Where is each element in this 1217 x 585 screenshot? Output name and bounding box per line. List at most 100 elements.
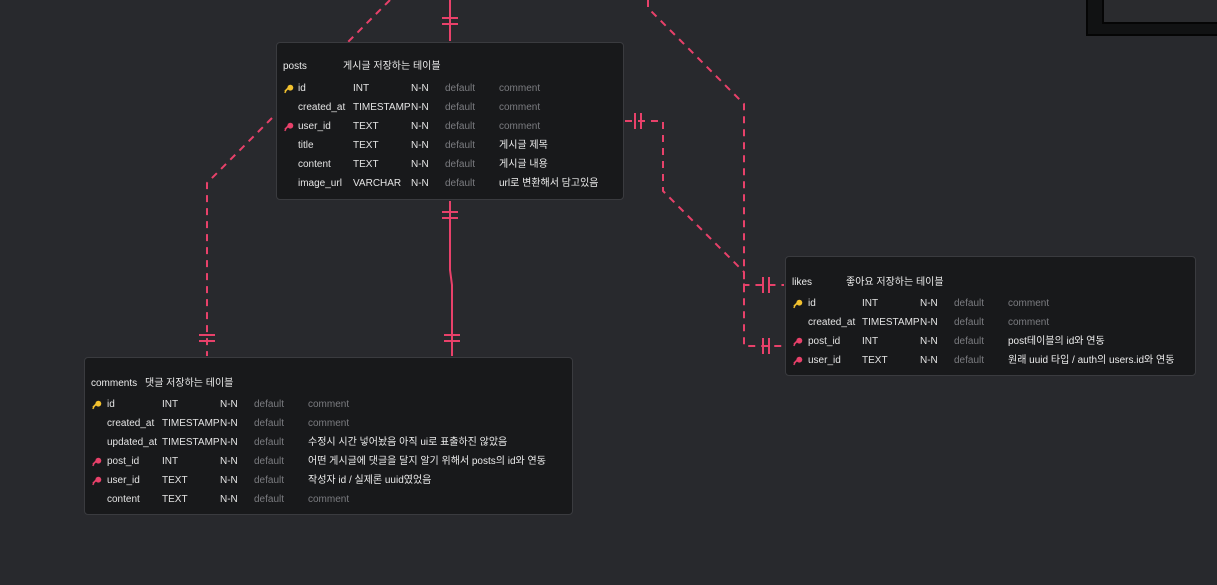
column-row-user_id[interactable]: user_id TEXT N-N default 작성자 id / 실제론 uuid였었…	[91, 471, 566, 490]
column-name: updated_at	[107, 437, 158, 448]
foreign-key-icon	[91, 456, 102, 467]
column-default: default	[445, 178, 476, 189]
table-comment: 댓글 저장하는 테이블	[145, 378, 234, 389]
column-default: default	[254, 418, 285, 429]
column-name: post_id	[808, 336, 841, 347]
column-row-id[interactable]: id INT N-N default comment	[792, 294, 1189, 313]
column-comment: comment	[308, 494, 350, 505]
relation-posts-likes[interactable]	[625, 120, 784, 286]
column-comment: 어떤 게시글에 댓글을 달지 알기 위해서 posts의 id와 연동	[308, 456, 546, 467]
column-default: default	[445, 121, 476, 132]
column-row-user_id[interactable]: user_id TEXT N-N default 원래 uuid 타입 / auth의 …	[792, 351, 1189, 370]
column-nullability: N-N	[220, 399, 238, 410]
column-row-updated_at[interactable]: updated_at TIMESTAMP N-N default 수정시 시간 넣어놨음…	[91, 433, 566, 452]
column-type: INT	[862, 336, 879, 347]
primary-key-icon	[792, 298, 803, 309]
column-type: TEXT	[353, 140, 379, 151]
erd-canvas[interactable]: posts 게시글 저장하는 테이블 id INT N-N default comment c…	[0, 0, 1217, 585]
column-comment: 원래 uuid 타입 / auth의 users.id와 연동	[1008, 355, 1175, 366]
column-row-post_id[interactable]: post_id INT N-N default 어떤 게시글에 댓글을 달지 알기 위해…	[91, 452, 566, 471]
column-row-image_url[interactable]: image_url VARCHAR N-N default url로 변환해서 담고있음	[283, 174, 617, 193]
column-default: default	[954, 298, 985, 309]
column-nullability: N-N	[220, 418, 238, 429]
table-header[interactable]: comments 댓글 저장하는 테이블	[91, 376, 233, 392]
primary-key-icon	[283, 83, 294, 94]
column-type: INT	[862, 298, 879, 309]
column-comment: comment	[1008, 317, 1050, 328]
column-name: id	[107, 399, 115, 410]
column-type: TIMESTAMP	[162, 418, 220, 429]
column-row-content[interactable]: content TEXT N-N default comment	[91, 490, 566, 509]
column-nullability: N-N	[220, 437, 238, 448]
column-name: post_id	[107, 456, 140, 467]
column-comment: comment	[1008, 298, 1050, 309]
table-header[interactable]: likes 좋아요 저장하는 테이블	[792, 275, 944, 291]
column-comment: comment	[308, 418, 350, 429]
column-default: default	[254, 399, 285, 410]
column-type: TEXT	[862, 355, 888, 366]
table-likes[interactable]: likes 좋아요 저장하는 테이블 id INT N-N default comment c…	[785, 256, 1196, 376]
foreign-key-icon	[91, 475, 102, 486]
column-type: TEXT	[353, 159, 379, 170]
minimap[interactable]	[1086, 0, 1217, 36]
column-row-title[interactable]: title TEXT N-N default 게시글 제목	[283, 136, 617, 155]
column-nullability: N-N	[920, 355, 938, 366]
column-row-created_at[interactable]: created_at TIMESTAMP N-N default comment	[91, 414, 566, 433]
column-name: user_id	[107, 475, 140, 486]
relation-users-comments[interactable]	[206, 117, 273, 356]
column-comment: 게시글 제목	[499, 140, 548, 151]
relation-users-comments-top[interactable]	[347, 0, 391, 43]
column-type: TEXT	[162, 494, 188, 505]
column-name: created_at	[298, 102, 346, 113]
primary-key-icon	[91, 399, 102, 410]
column-row-post_id[interactable]: post_id INT N-N default post테이블의 id와 연동	[792, 332, 1189, 351]
relation-users-likes[interactable]	[647, 0, 784, 347]
column-default: default	[954, 355, 985, 366]
column-nullability: N-N	[920, 298, 938, 309]
column-row-created_at[interactable]: created_at TIMESTAMP N-N default comment	[283, 98, 617, 117]
column-nullability: N-N	[220, 475, 238, 486]
column-name: image_url	[298, 178, 342, 189]
column-nullability: N-N	[220, 494, 238, 505]
column-default: default	[954, 336, 985, 347]
table-comment: 게시글 저장하는 테이블	[343, 61, 441, 72]
table-name: likes	[792, 277, 813, 288]
column-type: TIMESTAMP	[862, 317, 920, 328]
column-default: default	[954, 317, 985, 328]
table-comments[interactable]: comments 댓글 저장하는 테이블 id INT N-N default commen…	[84, 357, 573, 515]
column-comment: comment	[499, 102, 541, 113]
relation-posts-comments[interactable]	[449, 201, 453, 356]
column-row-id[interactable]: id INT N-N default comment	[283, 79, 617, 98]
column-type: TIMESTAMP	[162, 437, 220, 448]
column-row-user_id[interactable]: user_id TEXT N-N default comment	[283, 117, 617, 136]
column-nullability: N-N	[920, 336, 938, 347]
column-default: default	[254, 494, 285, 505]
table-name: posts	[283, 61, 307, 72]
column-nullability: N-N	[411, 121, 429, 132]
column-default: default	[445, 83, 476, 94]
column-nullability: N-N	[920, 317, 938, 328]
column-row-content[interactable]: content TEXT N-N default 게시글 내용	[283, 155, 617, 174]
column-default: default	[254, 456, 285, 467]
table-posts[interactable]: posts 게시글 저장하는 테이블 id INT N-N default comment c…	[276, 42, 624, 200]
column-name: user_id	[808, 355, 841, 366]
column-row-id[interactable]: id INT N-N default comment	[91, 395, 566, 414]
column-nullability: N-N	[411, 102, 429, 113]
foreign-key-icon	[283, 121, 294, 132]
minimap-viewport[interactable]	[1102, 0, 1217, 24]
column-type: TEXT	[353, 121, 379, 132]
column-comment: comment	[499, 121, 541, 132]
column-default: default	[254, 475, 285, 486]
column-name: content	[107, 494, 140, 505]
column-row-created_at[interactable]: created_at TIMESTAMP N-N default comment	[792, 313, 1189, 332]
column-type: INT	[162, 399, 179, 410]
column-name: created_at	[107, 418, 155, 429]
column-comment: comment	[499, 83, 541, 94]
column-type: INT	[353, 83, 370, 94]
table-header[interactable]: posts 게시글 저장하는 테이블	[283, 59, 441, 75]
foreign-key-icon	[792, 355, 803, 366]
column-default: default	[254, 437, 285, 448]
column-type: INT	[162, 456, 179, 467]
column-comment: comment	[308, 399, 350, 410]
column-default: default	[445, 159, 476, 170]
